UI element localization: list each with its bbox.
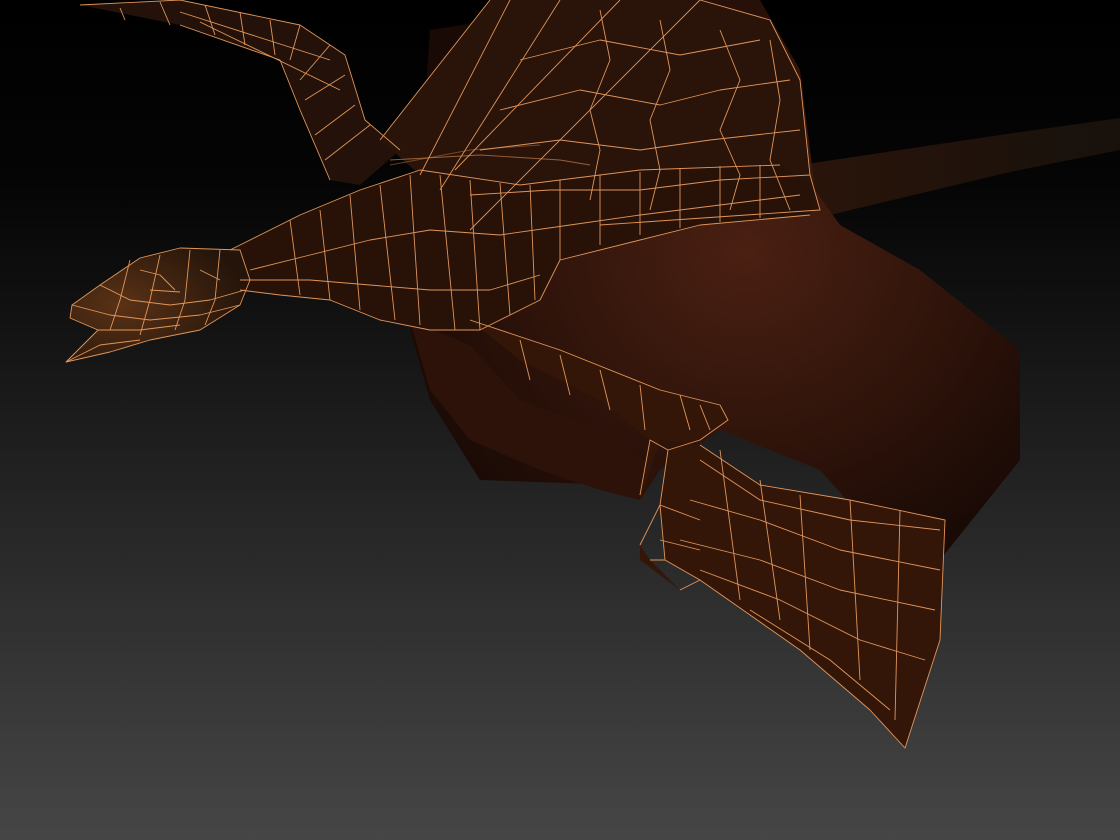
- 3d-viewport[interactable]: [0, 0, 1120, 840]
- viewport-canvas[interactable]: [0, 0, 1120, 840]
